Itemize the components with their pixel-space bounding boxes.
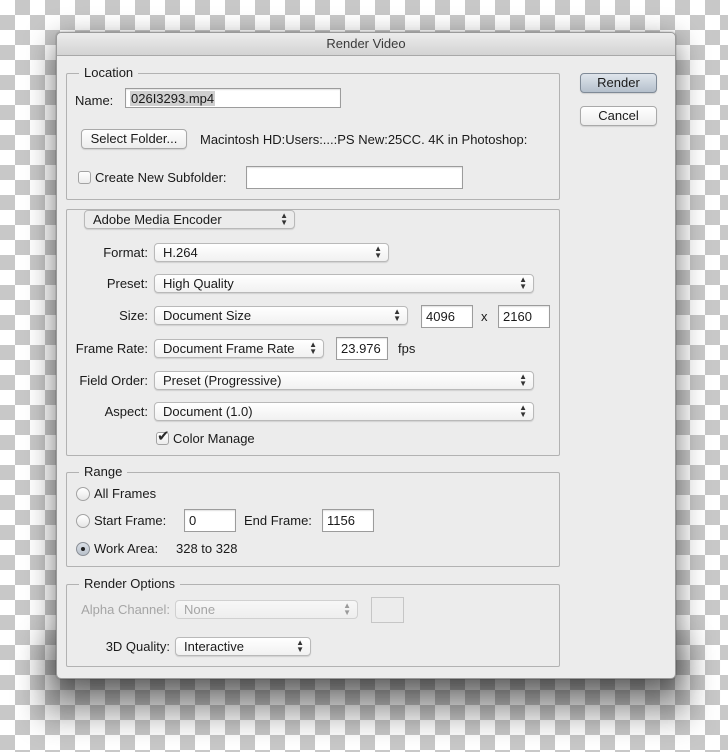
- updown-arrows-icon: ▲ ▼: [519, 275, 527, 291]
- work-area-radio[interactable]: [76, 542, 90, 556]
- select-folder-button[interactable]: Select Folder...: [81, 129, 187, 149]
- encoder-select[interactable]: Adobe Media Encoder ▲ ▼: [84, 210, 295, 229]
- all-frames-radio[interactable]: [76, 487, 90, 501]
- checkmark-icon: ✔: [157, 428, 170, 445]
- size-separator: x: [481, 309, 488, 324]
- work-area-value: 328 to 328: [176, 541, 238, 556]
- updown-arrows-icon: ▲ ▼: [519, 403, 527, 419]
- fps-unit: fps: [398, 341, 416, 356]
- end-frame-label: End Frame:: [244, 513, 312, 528]
- size-value: Document Size: [163, 308, 252, 323]
- updown-arrows-icon: ▲ ▼: [309, 340, 317, 356]
- render-options-legend: Render Options: [79, 576, 181, 592]
- 3d-quality-select[interactable]: Interactive ▲ ▼: [175, 637, 311, 656]
- format-select[interactable]: H.264 ▲ ▼: [154, 243, 389, 262]
- fps-field[interactable]: 23.976: [336, 337, 388, 360]
- end-frame-field[interactable]: 1156: [322, 509, 374, 532]
- subfolder-name-field[interactable]: [246, 166, 463, 189]
- start-frame-radio[interactable]: [76, 514, 90, 528]
- name-field[interactable]: 026I3293.mp4: [125, 88, 341, 108]
- height-field[interactable]: 2160: [498, 305, 550, 328]
- render-button[interactable]: Render: [580, 73, 657, 93]
- updown-arrows-icon: ▲ ▼: [296, 638, 304, 654]
- preset-value: High Quality: [163, 276, 234, 291]
- updown-arrows-icon: ▲ ▼: [280, 211, 288, 227]
- size-select[interactable]: Document Size ▲ ▼: [154, 306, 408, 325]
- updown-arrows-icon: ▲ ▼: [393, 307, 401, 323]
- start-frame-label: Start Frame:: [94, 513, 167, 528]
- all-frames-label: All Frames: [94, 486, 157, 501]
- create-subfolder-label: Create New Subfolder:: [95, 170, 227, 185]
- aspect-label: Aspect:: [104, 404, 148, 419]
- preset-select[interactable]: High Quality ▲ ▼: [154, 274, 534, 293]
- location-legend: Location: [79, 65, 139, 81]
- frame-rate-label: Frame Rate:: [75, 341, 148, 356]
- width-field[interactable]: 4096: [421, 305, 473, 328]
- 3d-quality-label: 3D Quality:: [105, 639, 170, 654]
- field-order-value: Preset (Progressive): [163, 373, 282, 388]
- name-label: Name:: [75, 93, 114, 108]
- render-options-group: Render Options Alpha Channel: None ▲ ▼ 3D…: [66, 576, 560, 667]
- color-manage-checkbox[interactable]: ✔: [156, 428, 170, 445]
- 3d-quality-value: Interactive: [184, 639, 244, 654]
- range-legend: Range: [79, 464, 128, 480]
- range-group: Range All Frames Start Frame: 0 End Fram…: [66, 464, 560, 567]
- field-order-select[interactable]: Preset (Progressive) ▲ ▼: [154, 371, 534, 390]
- folder-path: Macintosh HD:Users:...:PS New:25CC. 4K i…: [200, 132, 528, 147]
- radio-dot-icon: [81, 547, 85, 551]
- frame-rate-value: Document Frame Rate: [163, 341, 295, 356]
- alpha-color-swatch: [371, 597, 404, 623]
- preset-label: Preset:: [106, 276, 148, 291]
- color-manage-label: Color Manage: [173, 431, 255, 446]
- format-label: Format:: [103, 245, 148, 260]
- size-label: Size:: [119, 308, 148, 323]
- render-video-dialog: Render Video Render Cancel Location Name…: [56, 32, 676, 679]
- aspect-value: Document (1.0): [163, 404, 253, 419]
- cancel-button[interactable]: Cancel: [580, 106, 657, 126]
- format-value: H.264: [163, 245, 198, 260]
- encoder-group: Adobe Media Encoder ▲ ▼ Format: H.264 ▲ ▼ …: [66, 209, 560, 456]
- location-group: Location Name: 026I3293.mp4 Select Folde…: [66, 65, 560, 200]
- encoder-value: Adobe Media Encoder: [93, 212, 222, 227]
- dialog-title: Render Video: [57, 33, 675, 56]
- name-value: 026I3293.mp4: [130, 91, 216, 106]
- alpha-channel-select: None ▲ ▼: [175, 600, 358, 619]
- start-frame-field[interactable]: 0: [184, 509, 236, 532]
- create-subfolder-checkbox[interactable]: [78, 171, 91, 184]
- frame-rate-select[interactable]: Document Frame Rate ▲ ▼: [154, 339, 324, 358]
- aspect-select[interactable]: Document (1.0) ▲ ▼: [154, 402, 534, 421]
- field-order-label: Field Order:: [79, 373, 148, 388]
- alpha-channel-label: Alpha Channel:: [81, 602, 170, 617]
- updown-arrows-icon: ▲ ▼: [343, 601, 351, 617]
- updown-arrows-icon: ▲ ▼: [374, 244, 382, 260]
- work-area-label: Work Area:: [94, 541, 159, 556]
- updown-arrows-icon: ▲ ▼: [519, 372, 527, 388]
- alpha-channel-value: None: [184, 602, 216, 617]
